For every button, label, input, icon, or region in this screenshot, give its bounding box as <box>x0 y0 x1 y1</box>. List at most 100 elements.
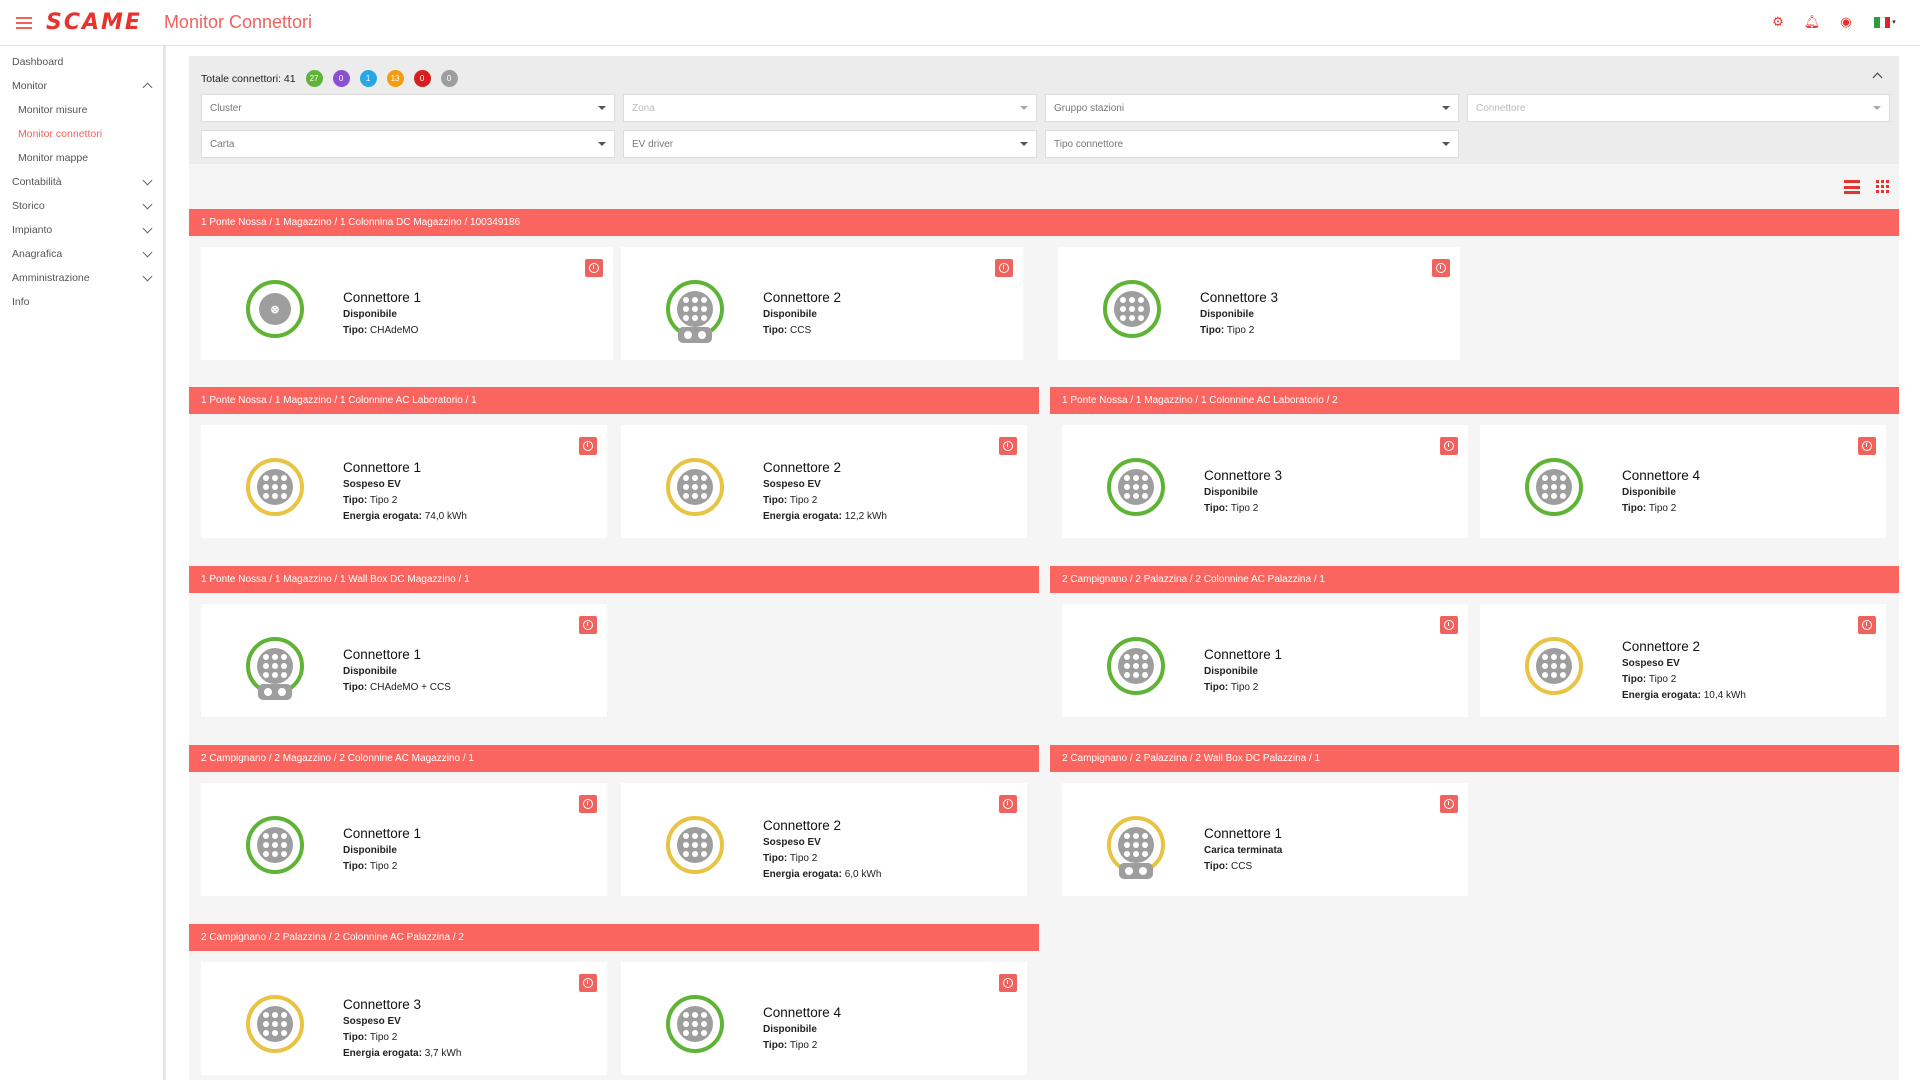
power-button[interactable] <box>999 974 1017 992</box>
zona-select: Zona <box>623 94 1037 122</box>
power-icon <box>589 263 599 273</box>
connector-card[interactable]: Connettore 4 Disponibile Tipo: Tipo 2 <box>621 962 1027 1075</box>
ev-driver-select[interactable]: EV driver <box>623 130 1037 158</box>
power-button[interactable] <box>579 795 597 813</box>
connector-name: Connettore 3 <box>1200 290 1279 305</box>
status-count-badge[interactable]: 1 <box>359 70 377 87</box>
total-connectors: Totale connettori: 41 <box>201 72 296 85</box>
sidebar-item-amministrazione[interactable]: Amministrazione <box>0 266 163 290</box>
tipo-connettore-select[interactable]: Tipo connettore <box>1045 130 1459 158</box>
power-button[interactable] <box>1858 616 1876 634</box>
connector-status: Carica terminata <box>1204 845 1283 856</box>
sidebar-item-label: Info <box>12 296 30 308</box>
carta-select[interactable]: Carta <box>201 130 615 158</box>
status-count-badge[interactable]: 13 <box>386 70 404 87</box>
status-count-badge[interactable]: 27 <box>305 70 323 87</box>
sidebar-item-monitor-misure[interactable]: Monitor misure <box>0 98 163 122</box>
power-icon <box>1862 620 1872 630</box>
user-icon[interactable]: ◉ <box>1838 14 1854 30</box>
cluster-select[interactable]: Cluster <box>201 94 615 122</box>
sidebar-item-monitor-connettori[interactable]: Monitor connettori <box>0 122 163 146</box>
sidebar-item-dashboard[interactable]: Dashboard <box>0 50 163 74</box>
connector-info: Connettore 1 Disponibile Tipo: CHAdeMO <box>343 289 421 339</box>
chevron-down-icon[interactable] <box>142 223 153 233</box>
chevron-down-icon[interactable] <box>142 271 153 281</box>
power-button[interactable] <box>579 616 597 634</box>
connector-info: Connettore 2 Sospeso EV Tipo: Tipo 2 Energi… <box>1622 638 1746 704</box>
chevron-down-icon[interactable] <box>142 247 153 257</box>
type2-plug-icon <box>246 995 304 1053</box>
connector-name: Connettore 3 <box>343 997 422 1012</box>
italy-flag-icon[interactable]: ▾ <box>1872 14 1898 30</box>
sidebar-item-label: Monitor misure <box>18 104 88 116</box>
power-button[interactable] <box>585 259 603 277</box>
station-group-title: 1 Ponte Nossa / 1 Magazzino / 1 Colonnin… <box>189 209 1899 236</box>
grid-view-icon[interactable] <box>1876 180 1889 193</box>
chevron-up-icon[interactable] <box>142 82 153 93</box>
power-icon <box>1003 978 1013 988</box>
connector-info: Connettore 1 Disponibile Tipo: Tipo 2 <box>343 825 421 875</box>
bell-icon[interactable]: 🔔︎ <box>1804 14 1821 30</box>
connector-status: Disponibile <box>343 845 397 856</box>
menu-icon[interactable] <box>16 16 32 29</box>
gruppo-stazioni-select[interactable]: Gruppo stazioni <box>1045 94 1459 122</box>
sidebar-item-anagrafica[interactable]: Anagrafica <box>0 242 163 266</box>
power-button[interactable] <box>1440 795 1458 813</box>
sidebar-item-label: Storico <box>12 200 45 212</box>
sidebar-item-monitor[interactable]: Monitor <box>0 74 163 98</box>
connector-card[interactable]: Connettore 1 Carica terminata Tipo: CCS <box>1062 783 1468 896</box>
connector-card[interactable]: Connettore 3 Disponibile Tipo: Tipo 2 <box>1062 425 1468 538</box>
connector-type: Tipo: CCS <box>1204 861 1253 872</box>
connector-type: Tipo: Tipo 2 <box>1622 674 1677 685</box>
station-group-title: 1 Ponte Nossa / 1 Magazzino / 1 Colonnin… <box>189 387 1039 414</box>
power-button[interactable] <box>1440 616 1458 634</box>
sidebar-item-storico[interactable]: Storico <box>0 194 163 218</box>
sidebar-item-impianto[interactable]: Impianto <box>0 218 163 242</box>
power-button[interactable] <box>1440 437 1458 455</box>
connector-type: Tipo: Tipo 2 <box>343 495 398 506</box>
chevron-down-icon[interactable] <box>142 199 153 209</box>
connector-card[interactable]: Connettore 1 Sospeso EV Tipo: Tipo 2 Energi… <box>201 425 607 538</box>
sidebar-item-monitor-mappe[interactable]: Monitor mappe <box>0 146 163 170</box>
power-button[interactable] <box>999 437 1017 455</box>
connector-card[interactable]: Connettore 2 Sospeso EV Tipo: Tipo 2 Energi… <box>621 783 1027 896</box>
sidebar-item-info[interactable]: Info <box>0 290 163 314</box>
power-button[interactable] <box>995 259 1013 277</box>
connector-card[interactable]: Connettore 2 Sospeso EV Tipo: Tipo 2 Energi… <box>621 425 1027 538</box>
connector-card[interactable]: Connettore 2 Disponibile Tipo: CCS <box>621 247 1023 360</box>
power-button[interactable] <box>579 437 597 455</box>
list-view-icon[interactable] <box>1844 180 1860 194</box>
connector-card[interactable]: Connettore 1 Disponibile Tipo: Tipo 2 <box>1062 604 1468 717</box>
power-icon <box>999 263 1009 273</box>
connector-info: Connettore 2 Disponibile Tipo: CCS <box>763 289 841 339</box>
status-count-badge[interactable]: 0 <box>413 70 431 87</box>
connector-card[interactable]: Connettore 1 Disponibile Tipo: Tipo 2 <box>201 783 607 896</box>
connector-card[interactable]: Connettore 3 Disponibile Tipo: Tipo 2 <box>1058 247 1460 360</box>
power-button[interactable] <box>999 795 1017 813</box>
connector-status: Sospeso EV <box>763 837 821 848</box>
connector-card[interactable]: Connettore 3 Sospeso EV Tipo: Tipo 2 Energi… <box>201 962 607 1075</box>
station-group: 2 Campignano / 2 Palazzina / 2 Colonnine… <box>1050 566 1899 717</box>
connector-info: Connettore 2 Sospeso EV Tipo: Tipo 2 Energi… <box>763 817 881 883</box>
power-button[interactable] <box>1432 259 1450 277</box>
power-button[interactable] <box>579 974 597 992</box>
connector-card[interactable]: Connettore 2 Sospeso EV Tipo: Tipo 2 Energi… <box>1480 604 1886 717</box>
sidebar-item-contabilit-[interactable]: Contabilità <box>0 170 163 194</box>
station-group-title: 1 Ponte Nossa / 1 Magazzino / 1 Wall Box… <box>189 566 1039 593</box>
status-count-badge[interactable]: 0 <box>332 70 350 87</box>
connector-card[interactable]: ⊗ Connettore 1 Disponibile Tipo: CHAdeMO <box>201 247 613 360</box>
connector-type: Tipo: Tipo 2 <box>763 1040 818 1051</box>
connector-status: Disponibile <box>343 309 397 320</box>
connector-name: Connettore 2 <box>763 460 842 475</box>
collapse-icon[interactable] <box>1872 72 1883 83</box>
connector-card[interactable]: Connettore 4 Disponibile Tipo: Tipo 2 <box>1480 425 1886 538</box>
power-button[interactable] <box>1858 437 1876 455</box>
connector-card[interactable]: Connettore 1 Disponibile Tipo: CHAdeMO + C… <box>201 604 607 717</box>
station-group-title: 1 Ponte Nossa / 1 Magazzino / 1 Colonnin… <box>1050 387 1899 414</box>
status-count-badge[interactable]: 0 <box>440 70 458 87</box>
chevron-down-icon[interactable] <box>142 175 153 185</box>
station-group-title: 2 Campignano / 2 Palazzina / 2 Wall Box … <box>1050 745 1899 772</box>
connector-type: Tipo: Tipo 2 <box>1204 682 1259 693</box>
gear-icon[interactable]: ⚙ <box>1770 14 1786 30</box>
station-group: 1 Ponte Nossa / 1 Magazzino / 1 Colonnin… <box>189 209 1899 360</box>
